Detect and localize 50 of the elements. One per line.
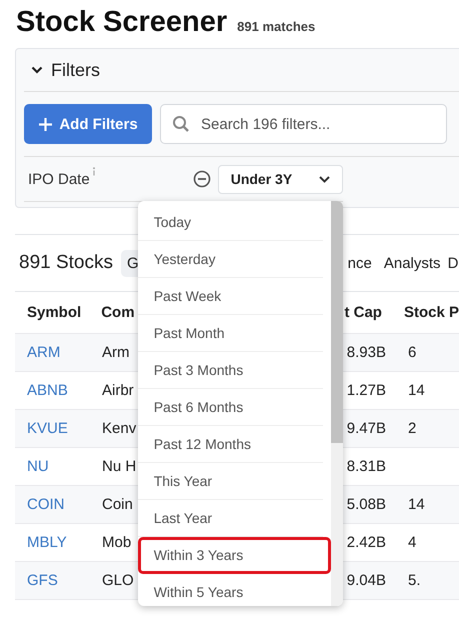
table-cell-text: GLO xyxy=(101,572,135,589)
table-cell-text: Airbr xyxy=(101,382,135,399)
caret-icon xyxy=(318,176,330,182)
symbol-link[interactable]: MBLY xyxy=(15,534,95,551)
table-cell-text: 6 xyxy=(407,344,416,361)
remove-icon[interactable] xyxy=(192,170,211,188)
dropdown-option[interactable]: Within 3 Years xyxy=(138,536,331,574)
symbol-link[interactable]: KVUE xyxy=(15,420,95,437)
table-cell-text: 14 xyxy=(407,496,425,513)
table-cell-text: 1.27B xyxy=(346,382,386,399)
symbol-link[interactable]: NU xyxy=(15,458,95,475)
table-cell-text: 4 xyxy=(407,534,416,551)
page-title: Stock Screener xyxy=(16,6,228,39)
table-cell-text: 2.42B xyxy=(346,534,386,551)
info-icon[interactable] xyxy=(92,167,96,176)
table-cell-text: 8.93B xyxy=(346,344,386,361)
symbol-link[interactable]: COIN xyxy=(15,496,95,513)
result-count: 891 Stocks xyxy=(19,252,113,274)
symbol-link[interactable]: GFS xyxy=(15,572,95,589)
column-header[interactable]: Symbol xyxy=(15,304,94,321)
search-field[interactable]: Search 196 filters... xyxy=(160,104,447,144)
table-cell-text: 14 xyxy=(407,382,425,399)
search-icon xyxy=(172,115,190,133)
dropdown-option[interactable]: Past Week xyxy=(138,278,323,314)
table-cell-text: 9.47B xyxy=(346,420,386,437)
table-cell-text: Nu H xyxy=(101,458,138,475)
symbol-link[interactable]: ARM xyxy=(15,344,95,361)
tab[interactable]: Analysts xyxy=(384,254,441,272)
table-cell-text: 2 xyxy=(407,420,416,437)
table-cell-text: Arm xyxy=(101,344,130,361)
dropdown-option[interactable]: Today xyxy=(138,204,323,240)
plus-icon xyxy=(38,116,54,132)
chevron-icon xyxy=(31,66,43,74)
table-cell-text: 9.04B xyxy=(346,572,386,589)
scrollbar[interactable] xyxy=(330,200,343,606)
dropdown-select[interactable]: Under 3Y xyxy=(218,164,343,194)
tab[interactable]: D xyxy=(448,254,458,272)
table-cell-text: Kenv xyxy=(101,420,138,437)
table-cell-text: 5.08B xyxy=(346,496,386,513)
match-count: 891 matches xyxy=(237,19,316,34)
symbol-link[interactable]: ABNB xyxy=(15,382,95,399)
filters-toggle[interactable]: Filters xyxy=(24,49,459,92)
table-cell-text: 5. xyxy=(407,572,421,589)
table-cell-text: Coin xyxy=(101,496,134,513)
table-cell-text: 8.31B xyxy=(346,458,386,475)
add-filters-button[interactable]: Add Filters xyxy=(24,104,152,144)
filter-label: IPO Date xyxy=(28,170,90,188)
table-cell-text: Mob xyxy=(101,534,132,551)
column-header[interactable]: Stock P xyxy=(382,304,459,321)
tab[interactable]: nce xyxy=(348,254,372,272)
